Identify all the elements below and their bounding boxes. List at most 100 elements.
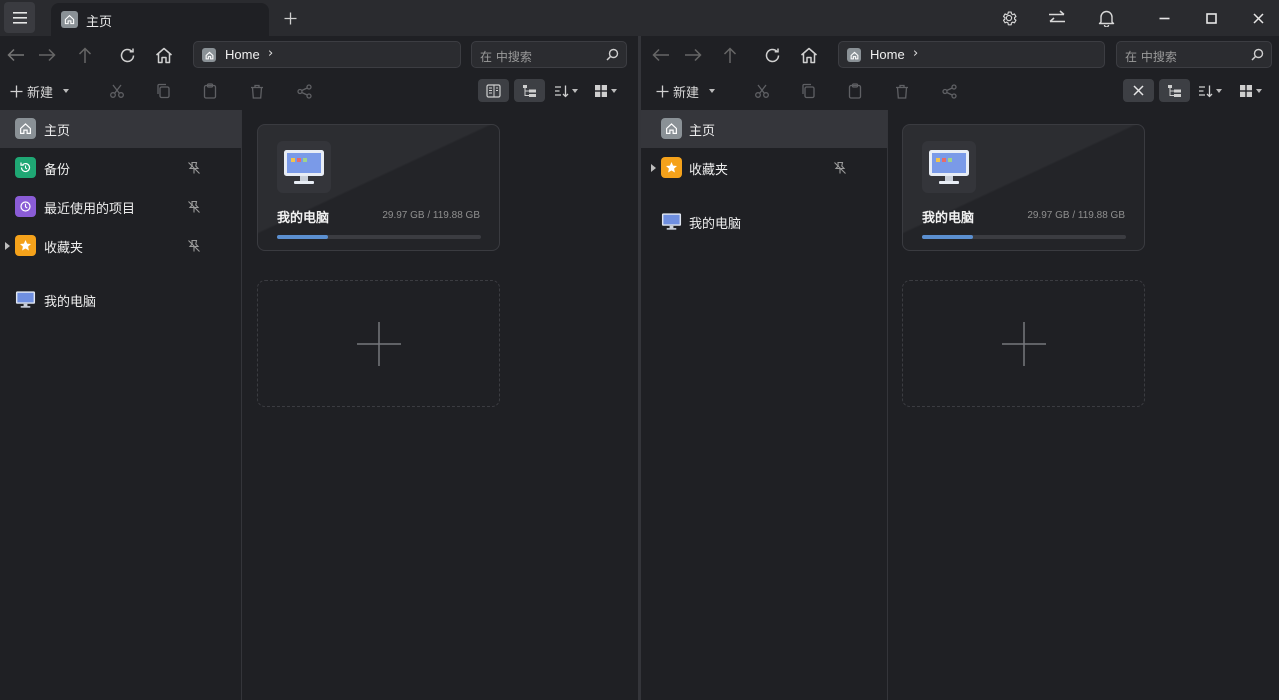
- delete-button[interactable]: [893, 82, 911, 100]
- address-text[interactable]: Home: [870, 47, 905, 62]
- sort-dropdown[interactable]: [1198, 81, 1222, 101]
- refresh-button[interactable]: [116, 44, 138, 66]
- unpin-icon[interactable]: [187, 200, 201, 214]
- drive-card[interactable]: 我的电脑 29.97 GB / 119.88 GB: [257, 124, 500, 251]
- preview-pane-icon: [486, 83, 501, 98]
- new-tab-button[interactable]: [280, 8, 300, 28]
- grid-icon: [1240, 85, 1252, 97]
- arrow-right-icon: [685, 48, 702, 62]
- up-button[interactable]: [719, 44, 741, 66]
- content-area: 我的电脑 29.97 GB / 119.88 GB: [242, 110, 638, 700]
- notifications-button[interactable]: [1095, 7, 1117, 29]
- back-button[interactable]: [5, 44, 27, 66]
- sidebar-item-label: 主页: [689, 124, 716, 139]
- unpin-icon[interactable]: [833, 161, 847, 175]
- navigation-bar: Home › 在 中搜索: [641, 36, 1279, 74]
- forward-button[interactable]: [682, 44, 704, 66]
- sidebar-item-recent[interactable]: 最近使用的项目: [0, 188, 242, 226]
- cut-button[interactable]: [753, 82, 771, 100]
- share-button[interactable]: [295, 82, 313, 100]
- computer-icon: [277, 141, 331, 193]
- close-icon: [1252, 12, 1264, 24]
- drive-usage-fill: [922, 235, 973, 239]
- gear-icon: [1002, 11, 1017, 26]
- drive-name: 我的电脑: [922, 211, 975, 226]
- home-icon: [61, 11, 78, 28]
- search-box[interactable]: 在 中搜索: [471, 41, 627, 68]
- sidebar-item-favorites[interactable]: 收藏夹: [0, 227, 242, 265]
- plus-icon: [356, 321, 401, 366]
- plus-icon: [1001, 321, 1046, 366]
- unpin-icon[interactable]: [187, 161, 201, 175]
- share-button[interactable]: [940, 82, 958, 100]
- command-toolbar: 新建: [0, 74, 638, 108]
- unpin-icon[interactable]: [187, 239, 201, 253]
- home-icon: [801, 47, 817, 63]
- sidebar-item-home[interactable]: 主页: [0, 110, 242, 148]
- star-icon: [661, 157, 682, 178]
- add-widget-card[interactable]: [902, 280, 1145, 407]
- copy-icon: [801, 83, 815, 99]
- arrow-up-icon: [723, 46, 737, 63]
- drive-card[interactable]: 我的电脑 29.97 GB / 119.88 GB: [902, 124, 1145, 251]
- home-button[interactable]: [153, 44, 175, 66]
- computer-icon: [15, 289, 36, 310]
- paste-button[interactable]: [846, 82, 864, 100]
- maximize-icon: [1205, 12, 1217, 24]
- tab-home[interactable]: 主页: [51, 3, 269, 36]
- forward-button[interactable]: [36, 44, 58, 66]
- minimize-button[interactable]: [1153, 7, 1175, 29]
- sidebar-item-favorites[interactable]: 收藏夹: [641, 149, 887, 187]
- search-box[interactable]: 在 中搜索: [1116, 41, 1272, 68]
- sidebar-item-label: 最近使用的项目: [44, 202, 136, 217]
- address-text[interactable]: Home: [225, 47, 260, 62]
- preview-pane-button[interactable]: [478, 79, 509, 102]
- tree-view-button[interactable]: [514, 79, 545, 102]
- cut-button[interactable]: [108, 82, 126, 100]
- copy-button[interactable]: [799, 82, 817, 100]
- transfer-button[interactable]: [1046, 7, 1068, 29]
- layout-dropdown[interactable]: [594, 81, 617, 101]
- up-button[interactable]: [74, 44, 96, 66]
- chevron-down-icon: [63, 89, 70, 93]
- expand-arrow-icon[interactable]: [651, 164, 656, 172]
- new-button[interactable]: 新建: [10, 81, 70, 101]
- layout-dropdown[interactable]: [1239, 81, 1262, 101]
- arrow-left-icon: [7, 48, 24, 62]
- refresh-button[interactable]: [761, 44, 783, 66]
- sidebar: 主页 收藏夹 我的电脑: [641, 110, 887, 700]
- expand-arrow-icon[interactable]: [5, 242, 10, 250]
- breadcrumb-chevron[interactable]: ›: [913, 46, 918, 61]
- sidebar-item-label: 我的电脑: [44, 295, 97, 310]
- new-button[interactable]: 新建: [656, 81, 716, 101]
- plus-icon: [656, 85, 669, 97]
- close-window-button[interactable]: [1247, 7, 1269, 29]
- trash-icon: [896, 84, 908, 99]
- address-bar[interactable]: Home ›: [838, 41, 1105, 68]
- grid-icon: [595, 85, 607, 97]
- add-widget-card[interactable]: [257, 280, 500, 407]
- sidebar-item-label: 收藏夹: [44, 241, 84, 256]
- tree-view-button[interactable]: [1159, 79, 1190, 102]
- home-button[interactable]: [798, 44, 820, 66]
- address-bar[interactable]: Home ›: [193, 41, 461, 68]
- scissors-icon: [755, 84, 769, 98]
- sidebar-item-my-computer[interactable]: 我的电脑: [0, 281, 242, 319]
- sidebar-item-home[interactable]: 主页: [641, 110, 887, 148]
- maximize-button[interactable]: [1200, 7, 1222, 29]
- delete-button[interactable]: [248, 82, 266, 100]
- home-icon: [156, 47, 172, 63]
- sidebar-item-my-computer[interactable]: 我的电脑: [641, 203, 887, 241]
- search-input[interactable]: 在 中搜索: [1125, 48, 1177, 65]
- hamburger-menu-button[interactable]: [4, 2, 35, 33]
- sidebar-item-backup[interactable]: 备份: [0, 149, 242, 187]
- breadcrumb-chevron[interactable]: ›: [268, 46, 273, 61]
- copy-button[interactable]: [154, 82, 172, 100]
- copy-icon: [156, 83, 170, 99]
- paste-button[interactable]: [201, 82, 219, 100]
- close-preview-button[interactable]: [1123, 79, 1154, 102]
- search-input[interactable]: 在 中搜索: [480, 48, 532, 65]
- back-button[interactable]: [650, 44, 672, 66]
- sort-dropdown[interactable]: [554, 81, 578, 101]
- settings-button[interactable]: [998, 7, 1020, 29]
